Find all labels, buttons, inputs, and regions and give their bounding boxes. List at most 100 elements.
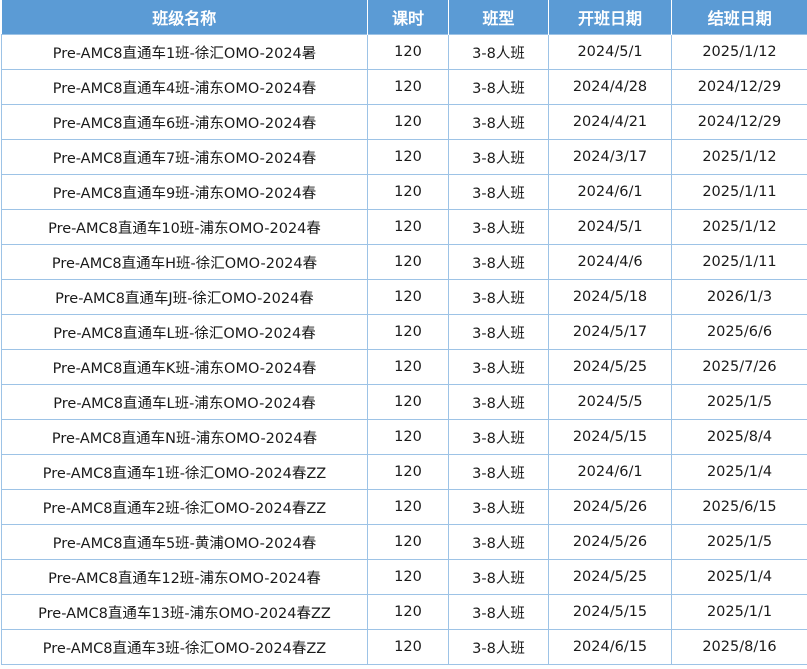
cell-start-date: 2024/5/5 (548, 384, 672, 420)
cell-class-type: 3-8人班 (448, 174, 549, 210)
column-header-class-type: 班型 (448, 0, 549, 35)
cell-class-type: 3-8人班 (448, 34, 549, 70)
cell-class-name: Pre-AMC8直通车7班-浦东OMO-2024春 (1, 139, 368, 175)
cell-class-type: 3-8人班 (448, 314, 549, 350)
cell-hours: 120 (367, 524, 449, 560)
cell-hours: 120 (367, 69, 449, 105)
cell-class-name: Pre-AMC8直通车13班-浦东OMO-2024春ZZ (1, 594, 368, 630)
cell-start-date: 2024/5/1 (548, 209, 672, 245)
table-row: Pre-AMC8直通车H班-徐汇OMO-2024春 120 3-8人班 2024/4/… (1, 244, 807, 280)
cell-end-date: 2025/6/15 (671, 489, 807, 525)
cell-hours: 120 (367, 419, 449, 455)
cell-end-date: 2025/1/12 (671, 34, 807, 70)
cell-class-type: 3-8人班 (448, 419, 549, 455)
cell-class-type: 3-8人班 (448, 454, 549, 490)
table-body: Pre-AMC8直通车1班-徐汇OMO-2024暑 120 3-8人班 2024/5/… (1, 34, 807, 665)
cell-class-name: Pre-AMC8直通车4班-浦东OMO-2024春 (1, 69, 368, 105)
table-row: Pre-AMC8直通车10班-浦东OMO-2024春 120 3-8人班 2024/5… (1, 209, 807, 245)
cell-end-date: 2025/1/12 (671, 209, 807, 245)
cell-class-type: 3-8人班 (448, 559, 549, 595)
cell-class-name: Pre-AMC8直通车1班-徐汇OMO-2024暑 (1, 34, 368, 70)
cell-end-date: 2025/8/4 (671, 419, 807, 455)
cell-hours: 120 (367, 34, 449, 70)
table-row: Pre-AMC8直通车9班-浦东OMO-2024春 120 3-8人班 2024/6/… (1, 174, 807, 210)
table-row: Pre-AMC8直通车5班-黄浦OMO-2024春 120 3-8人班 2024/5/… (1, 524, 807, 560)
table-row: Pre-AMC8直通车K班-浦东OMO-2024春 120 3-8人班 2024/5/… (1, 349, 807, 385)
cell-start-date: 2024/4/28 (548, 69, 672, 105)
column-header-hours: 课时 (367, 0, 449, 35)
cell-end-date: 2025/1/12 (671, 139, 807, 175)
cell-start-date: 2024/5/25 (548, 559, 672, 595)
cell-hours: 120 (367, 244, 449, 280)
cell-end-date: 2025/6/6 (671, 314, 807, 350)
table-row: Pre-AMC8直通车6班-浦东OMO-2024春 120 3-8人班 2024/4/… (1, 104, 807, 140)
cell-end-date: 2025/1/5 (671, 524, 807, 560)
cell-class-name: Pre-AMC8直通车H班-徐汇OMO-2024春 (1, 244, 368, 280)
class-schedule-table: 班级名称 课时 班型 开班日期 结班日期 Pre-AMC8直通车1班-徐汇OMO… (1, 0, 807, 665)
cell-start-date: 2024/5/25 (548, 349, 672, 385)
cell-class-type: 3-8人班 (448, 384, 549, 420)
table-row: Pre-AMC8直通车L班-浦东OMO-2024春 120 3-8人班 2024/5/… (1, 384, 807, 420)
cell-hours: 120 (367, 209, 449, 245)
table-row: Pre-AMC8直通车2班-徐汇OMO-2024春ZZ 120 3-8人班 2024/… (1, 489, 807, 525)
cell-hours: 120 (367, 314, 449, 350)
cell-class-name: Pre-AMC8直通车5班-黄浦OMO-2024春 (1, 524, 368, 560)
cell-class-name: Pre-AMC8直通车12班-浦东OMO-2024春 (1, 559, 368, 595)
cell-start-date: 2024/5/26 (548, 489, 672, 525)
table-row: Pre-AMC8直通车N班-浦东OMO-2024春 120 3-8人班 2024/5/… (1, 419, 807, 455)
cell-start-date: 2024/5/18 (548, 279, 672, 315)
column-header-start-date: 开班日期 (548, 0, 672, 35)
cell-start-date: 2024/5/15 (548, 419, 672, 455)
cell-class-name: Pre-AMC8直通车9班-浦东OMO-2024春 (1, 174, 368, 210)
table-row: Pre-AMC8直通车4班-浦东OMO-2024春 120 3-8人班 2024/4/… (1, 69, 807, 105)
cell-class-name: Pre-AMC8直通车L班-浦东OMO-2024春 (1, 384, 368, 420)
cell-end-date: 2026/1/3 (671, 279, 807, 315)
cell-hours: 120 (367, 629, 449, 665)
cell-hours: 120 (367, 279, 449, 315)
cell-class-name: Pre-AMC8直通车K班-浦东OMO-2024春 (1, 349, 368, 385)
cell-class-name: Pre-AMC8直通车J班-徐汇OMO-2024春 (1, 279, 368, 315)
cell-class-name: Pre-AMC8直通车N班-浦东OMO-2024春 (1, 419, 368, 455)
cell-start-date: 2024/6/1 (548, 454, 672, 490)
cell-start-date: 2024/5/15 (548, 594, 672, 630)
cell-hours: 120 (367, 559, 449, 595)
cell-class-name: Pre-AMC8直通车3班-徐汇OMO-2024春ZZ (1, 629, 368, 665)
cell-end-date: 2025/1/1 (671, 594, 807, 630)
cell-class-type: 3-8人班 (448, 489, 549, 525)
cell-start-date: 2024/4/21 (548, 104, 672, 140)
cell-end-date: 2025/1/11 (671, 174, 807, 210)
cell-end-date: 2025/8/16 (671, 629, 807, 665)
cell-hours: 120 (367, 384, 449, 420)
cell-end-date: 2025/7/26 (671, 349, 807, 385)
cell-hours: 120 (367, 174, 449, 210)
cell-hours: 120 (367, 104, 449, 140)
cell-class-name: Pre-AMC8直通车10班-浦东OMO-2024春 (1, 209, 368, 245)
column-header-end-date: 结班日期 (671, 0, 807, 35)
cell-end-date: 2025/1/4 (671, 454, 807, 490)
table-row: Pre-AMC8直通车3班-徐汇OMO-2024春ZZ 120 3-8人班 2024/… (1, 629, 807, 665)
cell-class-name: Pre-AMC8直通车6班-浦东OMO-2024春 (1, 104, 368, 140)
cell-end-date: 2025/1/5 (671, 384, 807, 420)
cell-class-name: Pre-AMC8直通车1班-徐汇OMO-2024春ZZ (1, 454, 368, 490)
table-row: Pre-AMC8直通车12班-浦东OMO-2024春 120 3-8人班 2024/5… (1, 559, 807, 595)
cell-start-date: 2024/3/17 (548, 139, 672, 175)
cell-end-date: 2024/12/29 (671, 104, 807, 140)
column-header-class-name: 班级名称 (1, 0, 368, 35)
table-row: Pre-AMC8直通车1班-徐汇OMO-2024春ZZ 120 3-8人班 2024/… (1, 454, 807, 490)
cell-hours: 120 (367, 454, 449, 490)
table-row: Pre-AMC8直通车13班-浦东OMO-2024春ZZ 120 3-8人班 2024… (1, 594, 807, 630)
cell-hours: 120 (367, 139, 449, 175)
table-row: Pre-AMC8直通车L班-徐汇OMO-2024春 120 3-8人班 2024/5/… (1, 314, 807, 350)
cell-hours: 120 (367, 489, 449, 525)
cell-end-date: 2024/12/29 (671, 69, 807, 105)
cell-start-date: 2024/5/17 (548, 314, 672, 350)
cell-class-type: 3-8人班 (448, 279, 549, 315)
table-row: Pre-AMC8直通车7班-浦东OMO-2024春 120 3-8人班 2024/3/… (1, 139, 807, 175)
cell-class-type: 3-8人班 (448, 349, 549, 385)
table-header-row: 班级名称 课时 班型 开班日期 结班日期 (1, 0, 807, 35)
cell-start-date: 2024/5/1 (548, 34, 672, 70)
cell-class-type: 3-8人班 (448, 524, 549, 560)
cell-end-date: 2025/1/11 (671, 244, 807, 280)
cell-hours: 120 (367, 349, 449, 385)
cell-start-date: 2024/6/1 (548, 174, 672, 210)
